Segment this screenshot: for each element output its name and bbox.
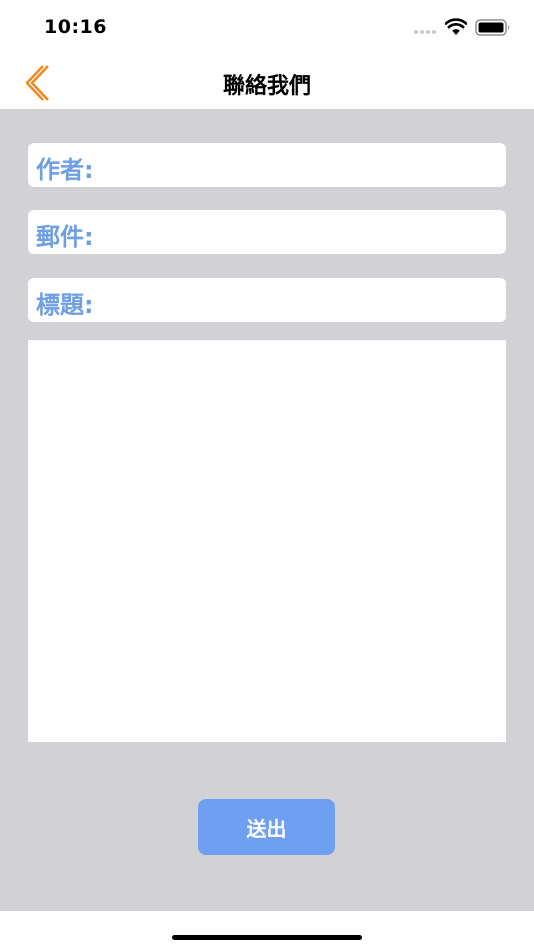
email-field[interactable]: 郵件: bbox=[28, 210, 506, 254]
page-title: 聯絡我們 bbox=[222, 74, 311, 99]
email-input[interactable] bbox=[112, 214, 502, 252]
submit-button[interactable]: 送出 bbox=[198, 799, 335, 855]
author-field[interactable]: 作者: bbox=[28, 143, 506, 187]
message-textarea[interactable] bbox=[28, 340, 506, 742]
home-indicator[interactable] bbox=[172, 935, 362, 940]
battery-icon bbox=[475, 19, 510, 36]
author-input[interactable] bbox=[112, 147, 502, 185]
author-label: 作者: bbox=[36, 156, 94, 184]
email-label: 郵件: bbox=[36, 223, 94, 251]
signal-dots-icon bbox=[414, 30, 440, 36]
status-time: 10:16 bbox=[44, 16, 107, 38]
wifi-icon bbox=[445, 18, 467, 35]
navigation-bar: 聯絡我們 bbox=[0, 56, 534, 109]
home-area bbox=[0, 911, 534, 950]
subject-label: 標題: bbox=[36, 291, 94, 319]
status-bar: 10:16 bbox=[0, 0, 534, 56]
contact-form: 作者: 郵件: 標題: 送出 bbox=[0, 109, 534, 911]
subject-field[interactable]: 標題: bbox=[28, 278, 506, 322]
subject-input[interactable] bbox=[112, 282, 502, 320]
